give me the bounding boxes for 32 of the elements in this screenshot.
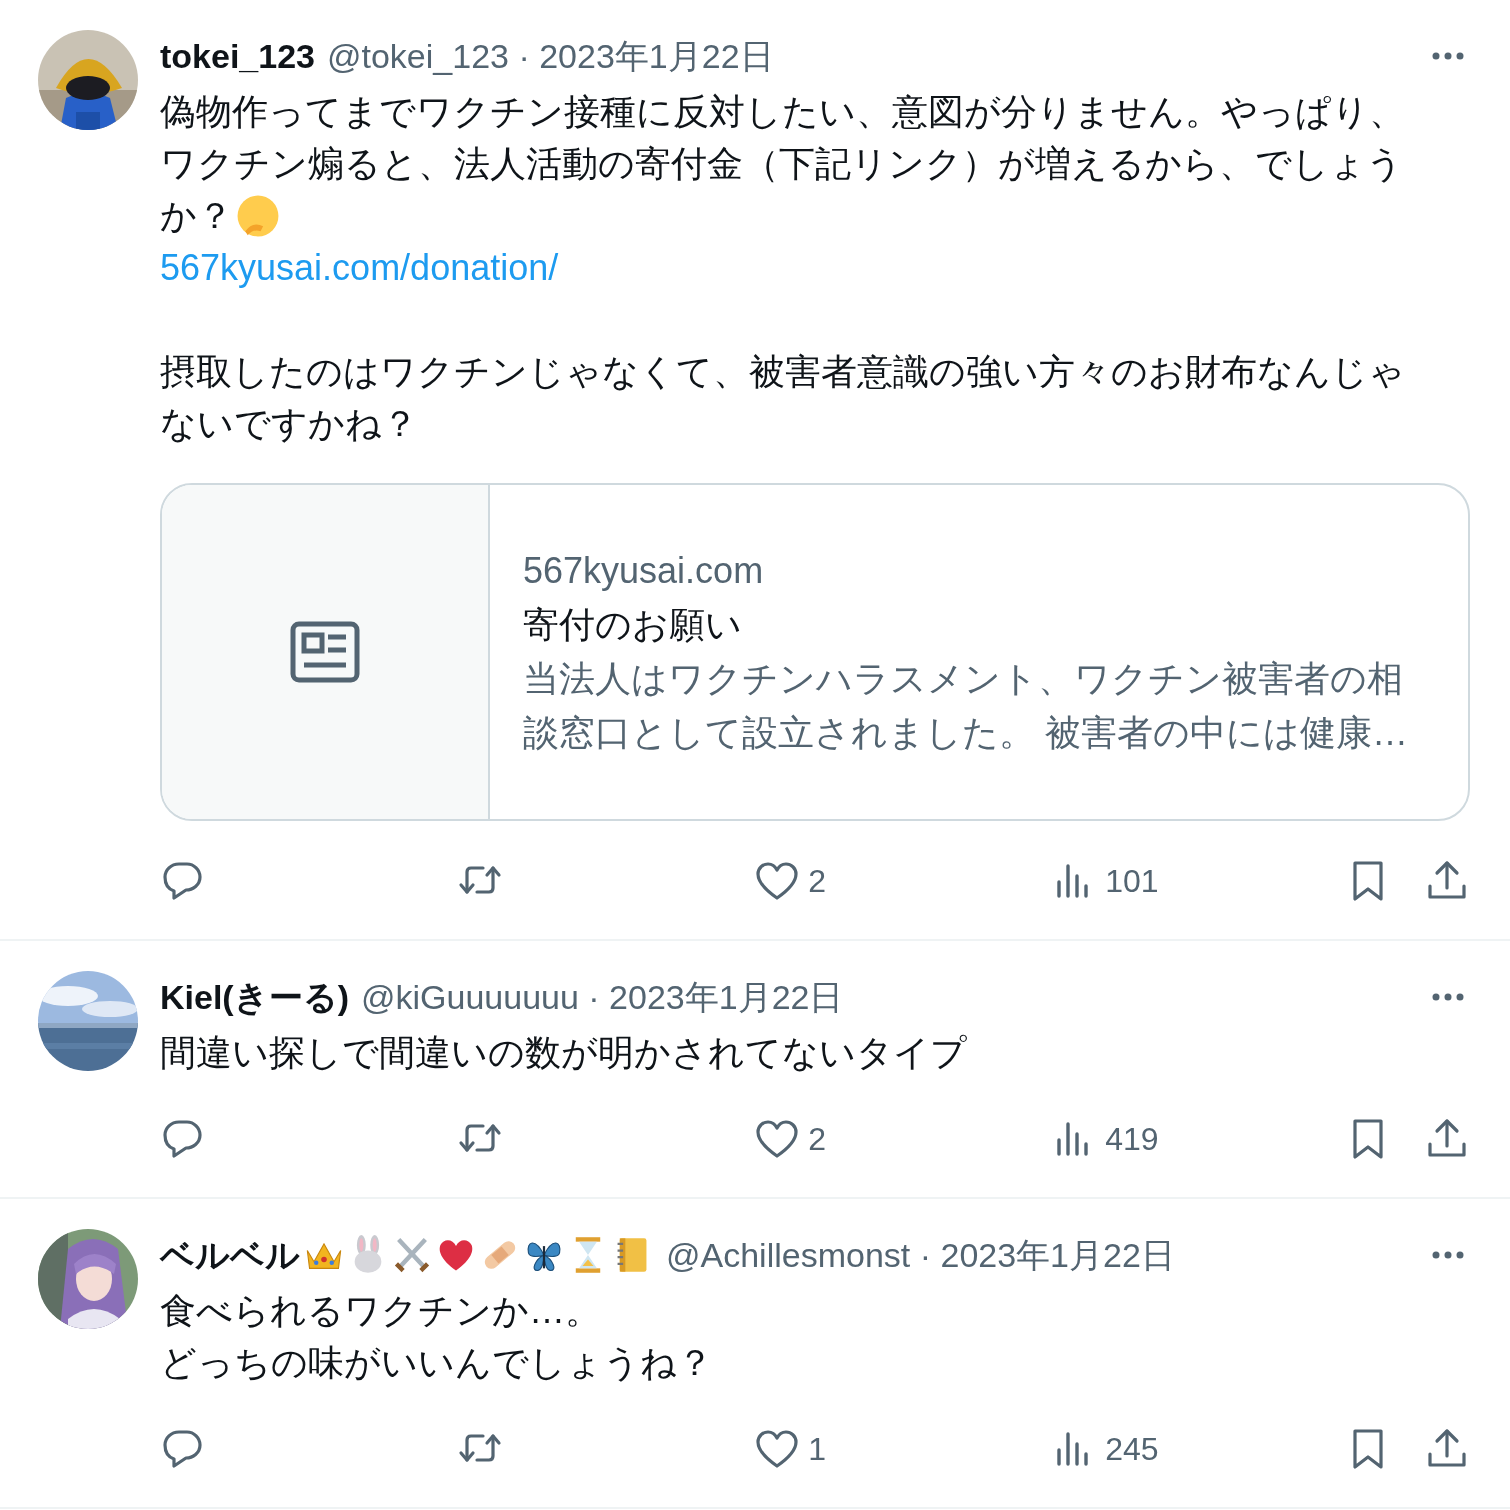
card-domain: 567kyusai.com xyxy=(523,549,765,593)
like-count: 2 xyxy=(808,862,826,901)
display-name[interactable]: ベルベル xyxy=(160,1229,300,1281)
like-count: 1 xyxy=(808,1430,826,1469)
like-button[interactable]: 2 xyxy=(754,857,826,905)
display-name[interactable]: Kiel(きーる) xyxy=(160,971,349,1023)
views-count: 419 xyxy=(1105,1120,1159,1159)
like-button[interactable]: 2 xyxy=(754,1115,826,1163)
handle-and-date: @Achillesmonst · 2023年1月22日 xyxy=(666,1234,1175,1276)
views-button[interactable]: 245 xyxy=(1051,1425,1159,1473)
tweet-text: 食べられるワクチンか…。 xyxy=(160,1289,601,1333)
link-preview-card[interactable]: 567kyusai.com 寄付のお願い 当法人はワクチンハラスメント、ワクチン被害者の相 談窓口として設立されました。 被害者の中には健康… xyxy=(160,483,1470,821)
tweet-text: ないですかね？ xyxy=(160,402,418,446)
card-description: 当法人はワクチンハラスメント、ワクチン被害者の相 談窓口として設立されました。 被害者の中には健康… xyxy=(523,657,1408,755)
tweet-text: ワクチン煽ると、法人活動の寄付金（下記リンク）が増えるから、でしょう xyxy=(160,142,1403,186)
views-button[interactable]: 101 xyxy=(1051,857,1159,905)
tweet-text: 摂取したのはワクチンじゃなくて、被害者意識の強い方々のお財布なんじゃ xyxy=(160,350,1405,394)
like-count: 2 xyxy=(808,1120,826,1159)
display-name[interactable]: tokei_123 xyxy=(160,30,315,82)
handle-and-date: @kiGuuuuuuu · 2023年1月22日 xyxy=(361,976,844,1018)
card-title: 寄付のお願い xyxy=(523,603,743,647)
handle-and-date: @tokei_123 · 2023年1月22日 xyxy=(327,35,774,77)
views-button[interactable]: 419 xyxy=(1051,1115,1159,1163)
tweet-text: どっちの味がいいんでしょうね？ xyxy=(160,1341,713,1385)
views-count: 245 xyxy=(1105,1430,1159,1469)
tweet-text: 間違い探しで間違いの数が明かされてないタイプ xyxy=(160,1031,967,1075)
views-count: 101 xyxy=(1105,862,1159,901)
tweet-text: 偽物作ってまでワクチン接種に反対したい、意図が分りません。やっぱり、 xyxy=(160,90,1405,134)
crossed-swords-icon xyxy=(392,1235,432,1275)
newspaper-icon xyxy=(290,621,360,683)
tweet-text: か？ xyxy=(160,194,233,238)
like-button[interactable]: 1 xyxy=(754,1425,826,1473)
